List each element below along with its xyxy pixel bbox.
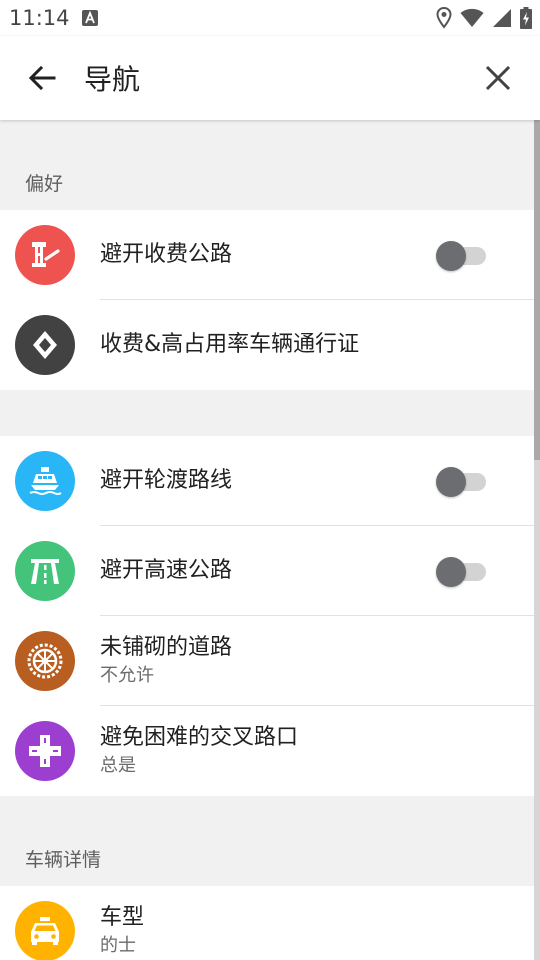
toggle-knob [436, 241, 466, 271]
toll-gate-icon [15, 225, 75, 285]
section-header-preferences: 偏好 [0, 120, 534, 210]
toggle-knob [436, 557, 466, 587]
section-header-vehicle: 车辆详情 [0, 796, 534, 886]
arrow-left-icon[interactable] [26, 62, 58, 94]
wheel-icon [15, 631, 75, 691]
avoid-tolls-row[interactable]: 避开收费公路 [0, 210, 534, 300]
scrollbar[interactable] [534, 120, 540, 960]
taxi-icon [15, 901, 75, 960]
unpaved-roads-row[interactable]: 未铺砌的道路 不允许 [0, 616, 534, 706]
row-sublabel: 的士 [100, 935, 136, 956]
scrollbar-thumb[interactable] [534, 120, 540, 460]
row-label: 未铺砌的道路 [100, 635, 233, 660]
location-icon [436, 7, 452, 29]
row-label: 避开高速公路 [100, 558, 233, 583]
preferences-group: 避开收费公路 收费&高占用率车辆通行证 [0, 210, 534, 390]
wifi-icon [460, 8, 484, 27]
row-label: 车型 [100, 905, 145, 930]
toll-pass-row[interactable]: 收费&高占用率车辆通行证 [0, 300, 534, 390]
toggle-knob [436, 467, 466, 497]
intersection-icon [15, 721, 75, 781]
row-sublabel: 不允许 [100, 665, 154, 686]
status-time: 11:14 [9, 6, 70, 30]
row-label: 避免困难的交叉路口 [100, 725, 299, 750]
row-label: 避开轮渡路线 [100, 468, 233, 493]
app-bar: 导航 [0, 36, 540, 120]
vehicle-group: 车型 的士 [0, 886, 534, 960]
close-icon[interactable] [484, 64, 512, 92]
section-header-label: 偏好 [25, 173, 64, 195]
difficult-intersections-row[interactable]: 避免困难的交叉路口 总是 [0, 706, 534, 796]
notification-a-icon [82, 10, 98, 26]
avoid-ferries-row[interactable]: 避开轮渡路线 [0, 436, 534, 526]
status-bar: 11:14 [0, 0, 540, 36]
avoid-ferries-toggle[interactable] [436, 466, 488, 497]
toll-pass-icon [15, 315, 75, 375]
status-icons [436, 7, 532, 29]
avoid-tolls-toggle[interactable] [436, 240, 488, 271]
avoid-highways-row[interactable]: 避开高速公路 [0, 526, 534, 616]
row-sublabel: 总是 [100, 755, 136, 776]
page-title: 导航 [84, 63, 141, 96]
highway-icon [15, 541, 75, 601]
avoid-group: 避开轮渡路线 避开高速公路 未铺砌的道路 不允许 避免困难的交叉路口 总是 [0, 436, 534, 796]
row-label: 收费&高占用率车辆通行证 [100, 332, 360, 357]
settings-list: 偏好 避开收费公路 收费&高占用率车辆通行证 避开轮渡路线 避开高速公路 未铺砌… [0, 120, 534, 960]
row-label: 避开收费公路 [100, 242, 233, 267]
signal-icon [493, 9, 511, 27]
section-header-label: 车辆详情 [25, 849, 102, 871]
avoid-highways-toggle[interactable] [436, 556, 488, 587]
ferry-icon [15, 451, 75, 511]
battery-charging-icon [520, 7, 532, 29]
vehicle-type-row[interactable]: 车型 的士 [0, 886, 534, 960]
